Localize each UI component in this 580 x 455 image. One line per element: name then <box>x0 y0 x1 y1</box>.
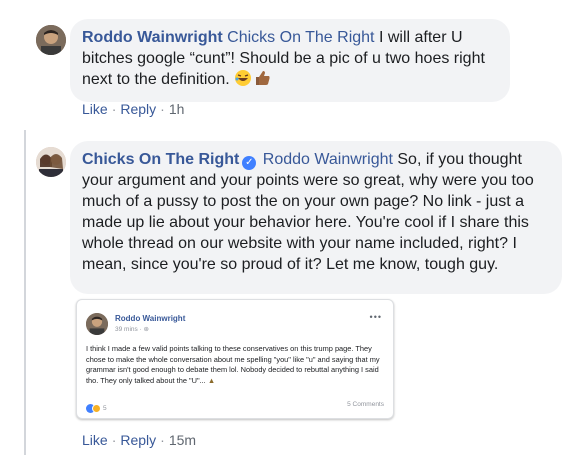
laughing-emoji-icon <box>234 69 252 93</box>
avatar-image <box>36 25 66 55</box>
separator: · <box>160 432 165 448</box>
more-options-icon: ••• <box>369 312 382 322</box>
comment-author[interactable]: Roddo Wainwright <box>82 29 223 46</box>
comment-count: 5 Comments <box>347 401 384 408</box>
comment-text: So, if you thought your argument and you… <box>82 151 534 273</box>
post-text-body: I think I made a few valid points talkin… <box>86 344 380 385</box>
haha-reaction-icon <box>92 404 101 414</box>
comment-bubble: Roddo Wainwright Chicks On The Right I w… <box>70 19 510 102</box>
reply-link[interactable]: Reply <box>120 432 156 448</box>
emoji-icon: ▲ <box>207 375 216 385</box>
timestamp[interactable]: 1h <box>169 101 185 117</box>
like-link[interactable]: Like <box>82 101 108 117</box>
like-link[interactable]: Like <box>82 432 108 448</box>
attached-screenshot[interactable]: Roddo Wainwright 39 mins · ⊛ ••• I think… <box>76 299 394 419</box>
separator: · <box>111 432 117 448</box>
avatar-chicks[interactable] <box>36 147 66 177</box>
avatar-image <box>36 147 66 177</box>
post-text: I think I made a few valid points talkin… <box>86 344 386 386</box>
post-time-text: 39 mins · <box>115 326 144 333</box>
timestamp[interactable]: 15m <box>169 432 196 448</box>
reply-link[interactable]: Reply <box>120 101 156 117</box>
reactions: 5 <box>86 400 107 414</box>
comment-bubble: Chicks On The Right ✓ Roddo Wainwright So… <box>70 141 562 294</box>
comment-actions: Like · Reply · 15m <box>82 432 196 448</box>
separator: · <box>160 101 165 117</box>
mention-link[interactable]: Chicks On The Right <box>227 29 374 46</box>
mention-link[interactable]: Roddo Wainwright <box>263 151 393 168</box>
reaction-count: 5 <box>103 405 107 413</box>
avatar-roddo[interactable] <box>36 25 66 55</box>
comment-author[interactable]: Chicks On The Right <box>82 151 239 168</box>
reply-thread-line <box>24 130 26 455</box>
globe-icon: ⊛ <box>143 326 149 333</box>
verified-badge-icon: ✓ <box>242 156 257 170</box>
separator: · <box>111 101 117 117</box>
post-time: 39 mins · ⊛ <box>115 325 149 333</box>
comment-actions: Like · Reply · 1h <box>82 101 184 117</box>
post-author: Roddo Wainwright <box>115 314 186 323</box>
avatar-roddo-small <box>86 313 108 335</box>
thumbs-up-emoji-icon <box>254 69 272 93</box>
